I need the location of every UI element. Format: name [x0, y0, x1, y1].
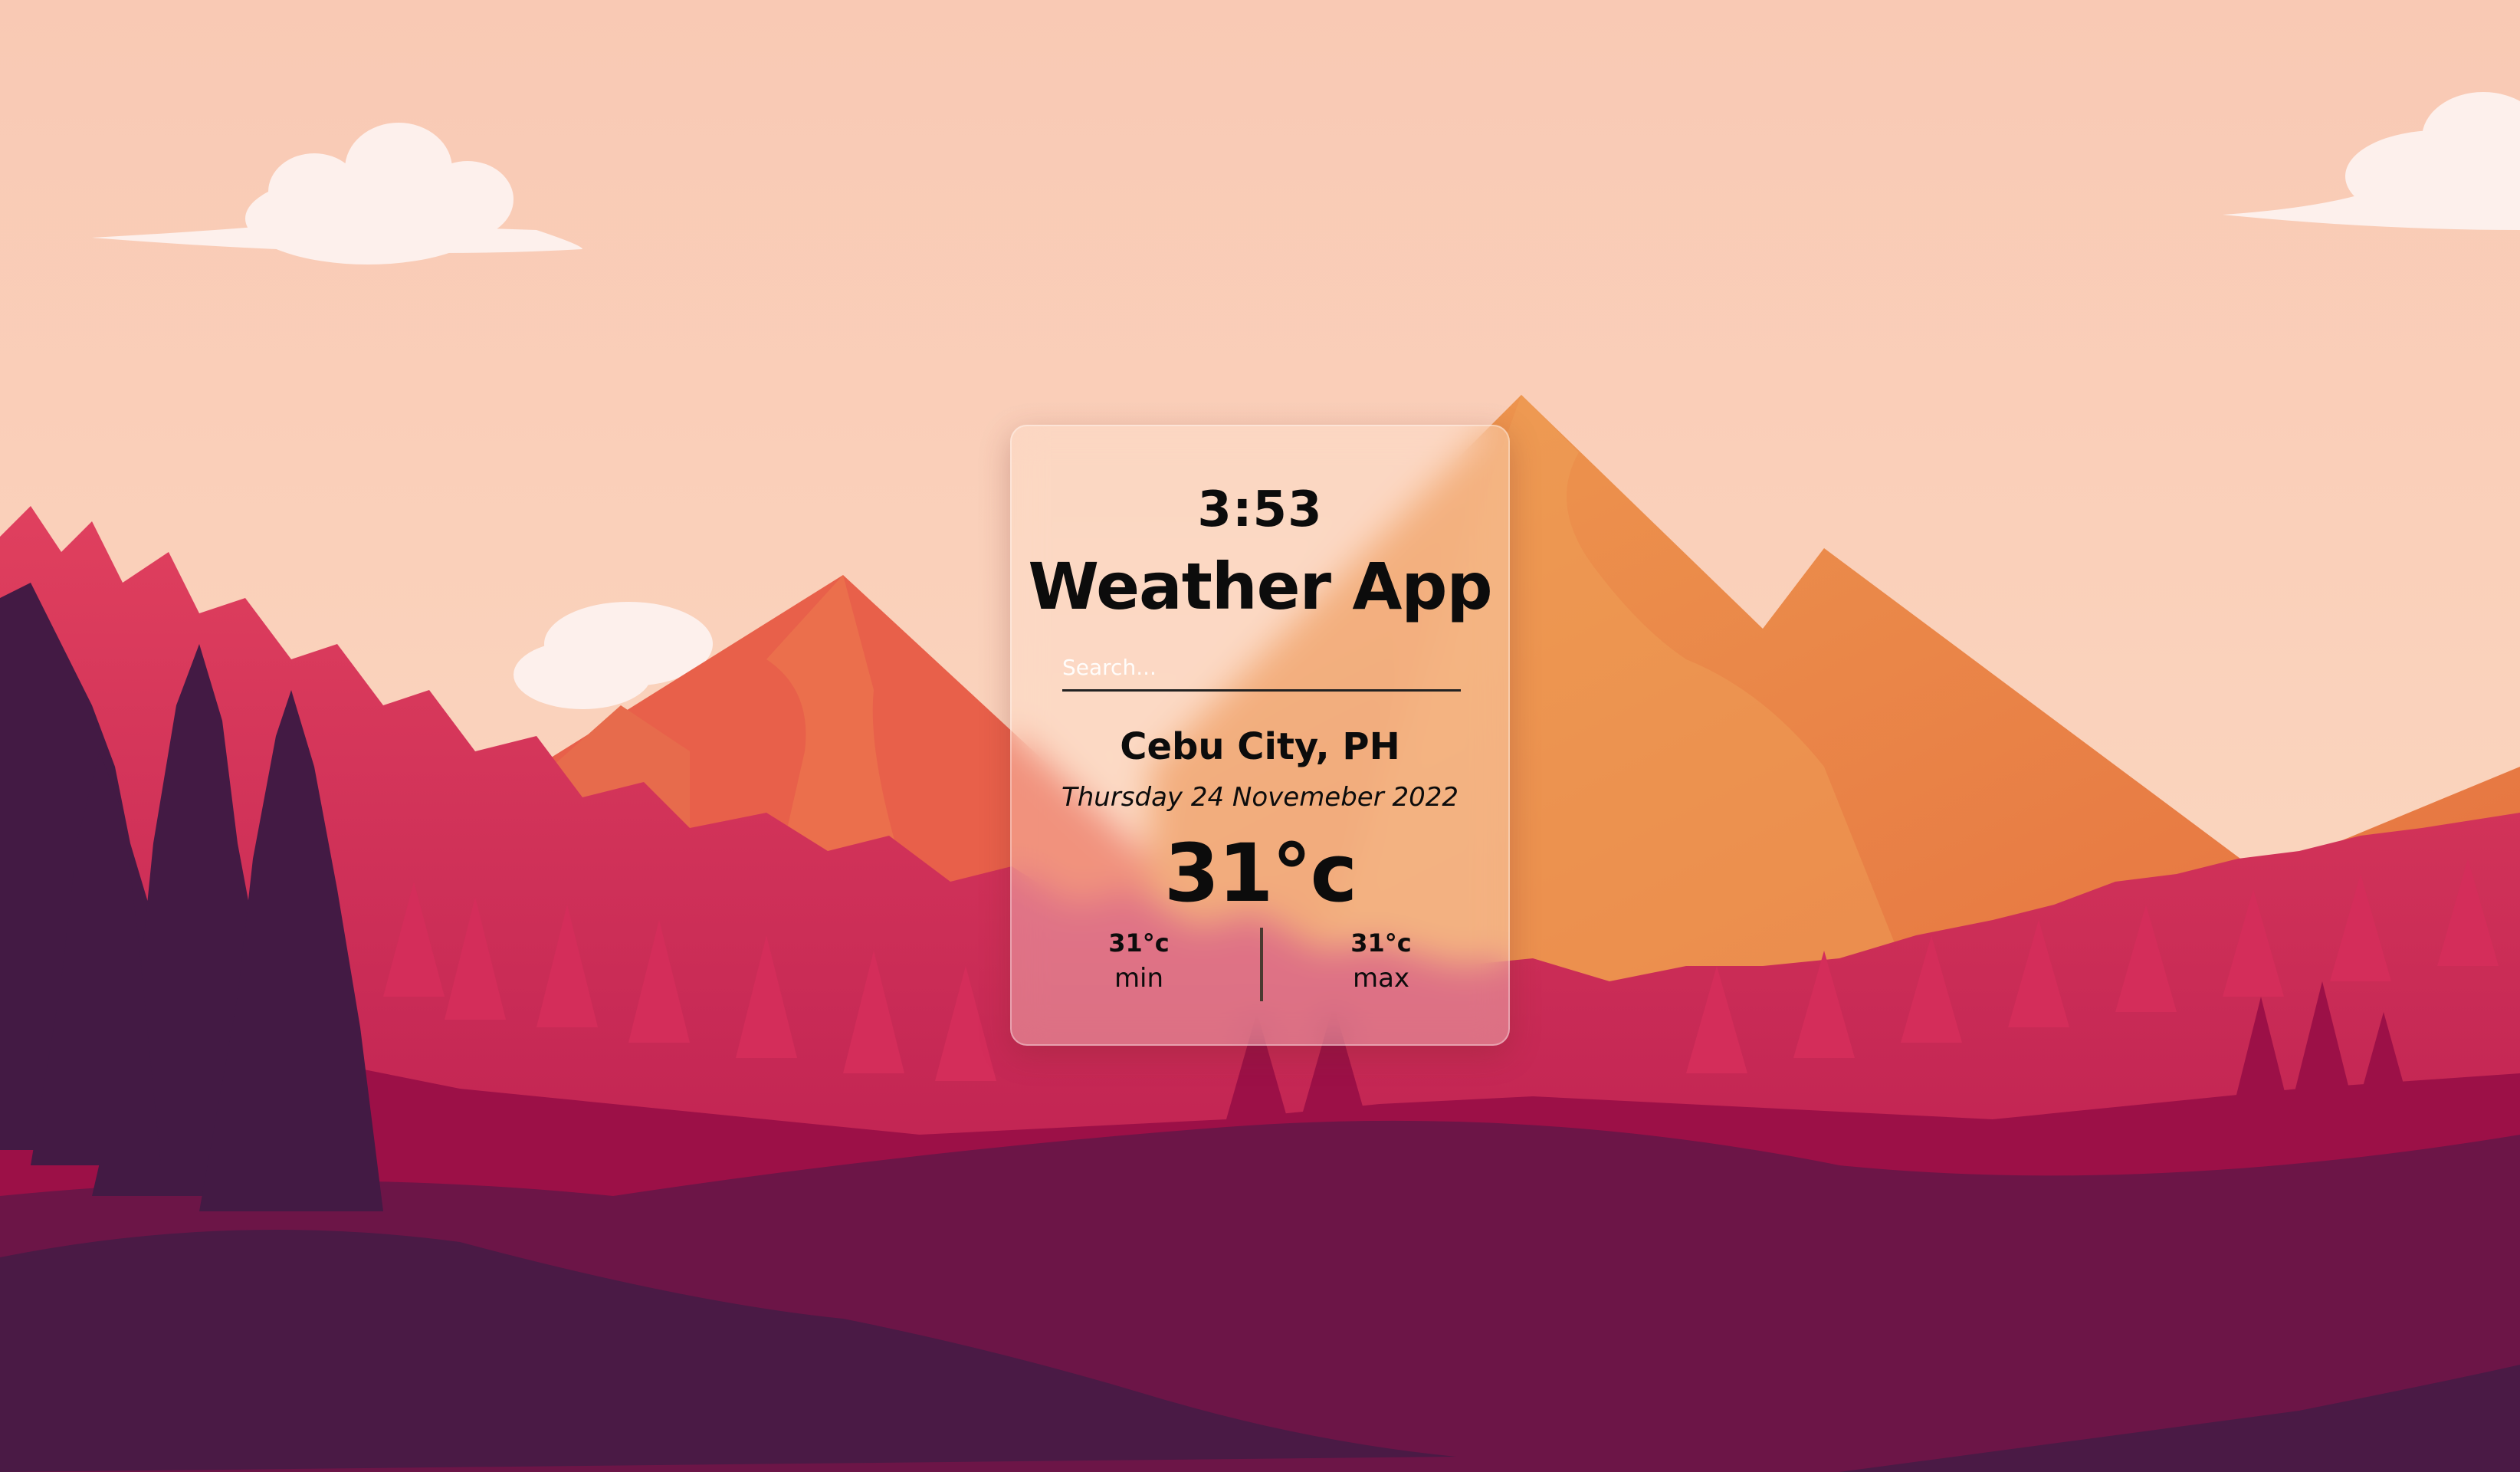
max-temp-value: 31°c	[1350, 928, 1412, 958]
min-max-section: 31°c min 31°c max	[1012, 925, 1508, 1001]
min-temp-block: 31°c min	[1062, 925, 1216, 995]
city-name: Cebu City, PH	[1120, 725, 1400, 768]
search-input[interactable]	[1062, 649, 1461, 692]
min-max-divider	[1260, 928, 1263, 1001]
max-temp-block: 31°c max	[1304, 925, 1458, 995]
min-temp-label: min	[1114, 963, 1164, 994]
app-title: Weather App	[1028, 549, 1492, 624]
min-temp-value: 31°c	[1108, 928, 1170, 958]
date-text: Thursday 24 Novemeber 2022	[1061, 782, 1459, 813]
max-temp-label: max	[1352, 963, 1410, 994]
current-temperature: 31°c	[1163, 826, 1357, 920]
clock-time: 3:53	[1197, 481, 1323, 538]
weather-card: 3:53 Weather App Cebu City, PH Thursday …	[1010, 425, 1510, 1046]
